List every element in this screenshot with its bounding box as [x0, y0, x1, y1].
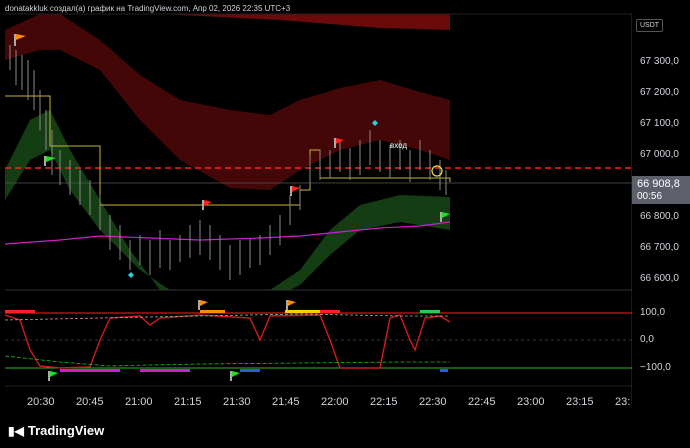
time-tick: 23:: [615, 396, 631, 408]
time-tick: 21:15: [174, 396, 202, 408]
price-tick: 66 600,0: [640, 273, 679, 284]
time-tick: 21:30: [223, 396, 251, 408]
price-tick: 66 700,0: [640, 242, 679, 253]
time-tick: 21:00: [125, 396, 153, 408]
tradingview-logo[interactable]: ▮◀ TradingView: [8, 423, 104, 438]
time-tick: 21:45: [272, 396, 300, 408]
entry-label: вход: [390, 141, 407, 150]
current-price: 66 908,8: [637, 178, 680, 190]
price-tick: 67 300,0: [640, 56, 679, 67]
tradingview-mark-icon: ▮◀: [8, 424, 24, 438]
diamond-icon: [128, 272, 134, 278]
time-tick: 22:30: [419, 396, 447, 408]
price-axis[interactable]: [632, 14, 690, 404]
flag-icon: [48, 300, 296, 381]
time-tick: 22:00: [321, 396, 349, 408]
time-tick: 22:45: [468, 396, 496, 408]
current-price-badge: 66 908,8 00:56: [632, 176, 690, 204]
oscillator-line: [4, 314, 451, 369]
time-tick: 20:45: [76, 396, 104, 408]
brand-name: TradingView: [27, 423, 105, 438]
time-tick: 20:30: [27, 396, 55, 408]
currency-selector[interactable]: USDT: [636, 19, 664, 32]
price-chart[interactable]: вход: [0, 0, 690, 448]
bar-countdown: 00:56: [637, 191, 663, 202]
price-tick: 67 100,0: [640, 118, 679, 129]
oscillator-tick: 0,0: [640, 334, 654, 345]
price-tick: 67 200,0: [640, 87, 679, 98]
price-tick: 66 800,0: [640, 211, 679, 222]
time-tick: 23:15: [566, 396, 594, 408]
time-tick: 22:15: [370, 396, 398, 408]
price-tick: 67 000,0: [640, 149, 679, 160]
time-tick: 23:00: [517, 396, 545, 408]
oscillator-tick: −100,0: [640, 362, 671, 373]
oscillator-tick: 100,0: [640, 307, 666, 318]
